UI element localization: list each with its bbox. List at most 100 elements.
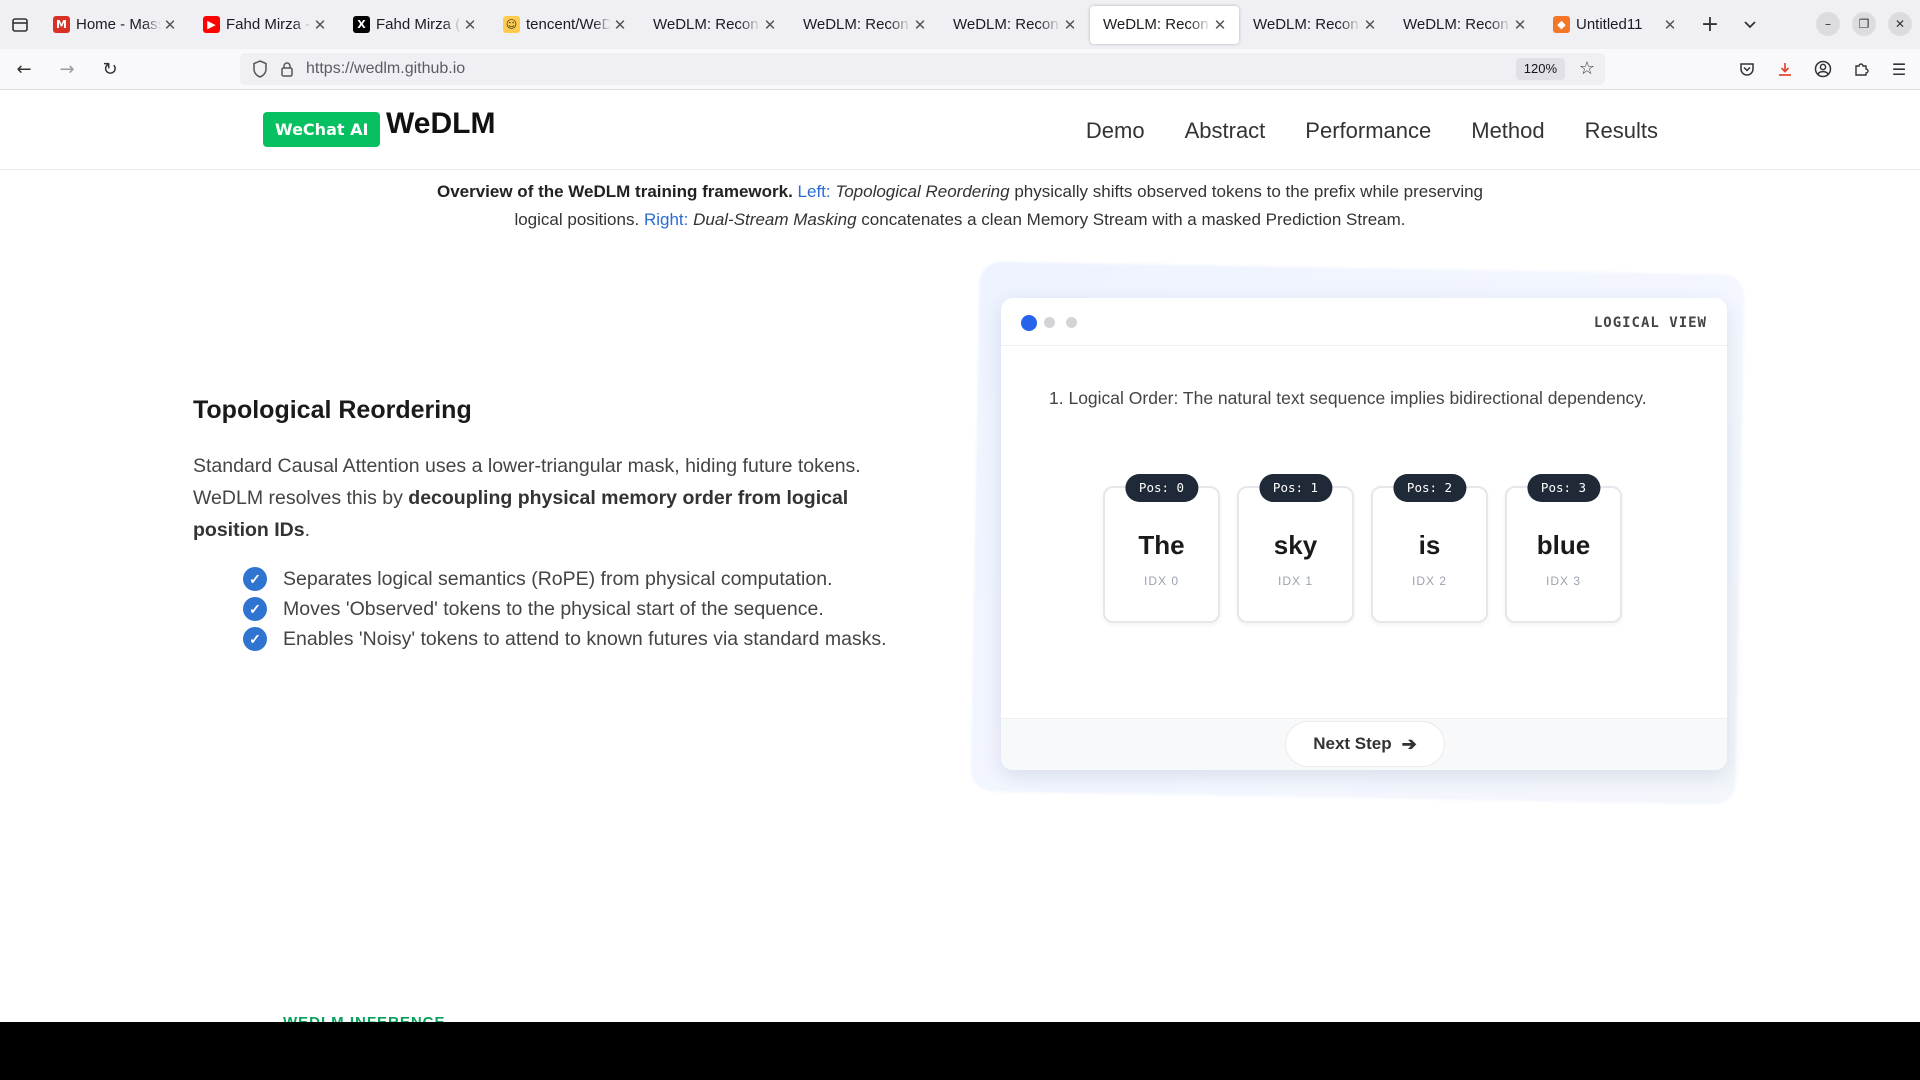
site-nav: Demo Abstract Performance Method Results xyxy=(1046,118,1658,144)
token-card: Pos: 2 is IDX 2 xyxy=(1371,474,1488,623)
tab-title: Fahd Mirza (@ xyxy=(376,16,461,33)
section-title: Topological Reordering xyxy=(193,396,472,424)
account-icon[interactable] xyxy=(1812,56,1834,82)
list-item: ✓ Enables 'Noisy' tokens to attend to kno… xyxy=(243,624,903,654)
wechat-ai-badge[interactable]: WeChat AI xyxy=(263,112,381,147)
chevron-down-icon xyxy=(1744,20,1756,28)
browser-tab[interactable]: WeDLM: Recon ✕ xyxy=(1240,6,1389,44)
url-text[interactable]: https://wedlm.github.io xyxy=(306,60,465,78)
reload-button[interactable]: ↻ xyxy=(91,53,129,85)
browser-tab[interactable]: ▶ Fahd Mirza - ✕ xyxy=(190,6,339,44)
caption-right-label: Right: xyxy=(643,210,689,229)
browser-tab[interactable]: ☺ tencent/WeD ✕ xyxy=(490,6,639,44)
list-item: ✓ Moves 'Observed' tokens to the physical… xyxy=(243,594,903,624)
browser-nav-bar: ← → ↻ https://wedlm.github.io 120% ☆ ☰ xyxy=(0,49,1920,90)
forward-button[interactable]: → xyxy=(48,53,86,85)
step-dot-2[interactable] xyxy=(1044,317,1055,328)
step-description: 1. Logical Order: The natural text seque… xyxy=(1049,388,1647,408)
address-bar[interactable]: https://wedlm.github.io 120% ☆ xyxy=(240,53,1605,85)
caption-bold: Overview of the WeDLM training framework… xyxy=(436,182,793,201)
check-circle-icon: ✓ xyxy=(243,567,267,591)
minimize-button[interactable]: – xyxy=(1816,12,1840,36)
card-footer: Next Step ➔ xyxy=(1001,718,1727,770)
nav-link-abstract[interactable]: Abstract xyxy=(1185,118,1266,144)
token-index: IDX 3 xyxy=(1545,574,1581,588)
close-tab-icon[interactable]: ✕ xyxy=(1361,16,1379,34)
nav-link-method[interactable]: Method xyxy=(1471,118,1544,144)
bookmark-star-icon[interactable]: ☆ xyxy=(1579,58,1595,80)
browser-tab[interactable]: WeDLM: Recon ✕ xyxy=(1090,5,1239,44)
position-badge: Pos: 3 xyxy=(1526,474,1601,502)
browser-tab[interactable]: WeDLM: Recon ✕ xyxy=(940,6,1089,44)
browser-tab[interactable]: X Fahd Mirza (@✕ xyxy=(340,6,489,44)
browser-tab[interactable]: WeDLM: Recon ✕ xyxy=(1390,6,1539,44)
token-word: The xyxy=(1138,530,1185,560)
pocket-icon[interactable] xyxy=(1736,56,1758,82)
position-badge: Pos: 1 xyxy=(1258,474,1333,502)
browser-tab[interactable]: M Home - Mass ✕ xyxy=(40,6,189,44)
restore-button[interactable]: ❐ xyxy=(1852,12,1876,36)
close-tab-icon[interactable]: ✕ xyxy=(761,16,779,34)
browser-tab[interactable]: ◆ Untitled11 ✕ xyxy=(1540,6,1689,44)
close-tab-icon[interactable]: ✕ xyxy=(911,16,929,34)
tab-title: Fahd Mirza - xyxy=(226,16,311,33)
list-item-text: Moves 'Observed' tokens to the physical … xyxy=(283,598,824,620)
new-tab-button[interactable]: + xyxy=(1690,6,1730,44)
site-logo-text[interactable]: WeDLM xyxy=(386,107,495,141)
step-dot-1[interactable] xyxy=(1021,315,1037,331)
close-window-button[interactable]: ✕ xyxy=(1888,12,1912,36)
browser-tab[interactable]: WeDLM: Recon ✕ xyxy=(790,6,939,44)
jupyter-icon: ◆ xyxy=(1553,16,1570,33)
plus-icon: + xyxy=(1700,12,1720,37)
lock-icon xyxy=(281,62,293,77)
close-tab-icon[interactable]: ✕ xyxy=(161,16,179,34)
arrow-left-icon: ← xyxy=(16,58,32,80)
nav-link-results[interactable]: Results xyxy=(1585,118,1658,144)
youtube-icon: ▶ xyxy=(203,16,220,33)
nav-link-performance[interactable]: Performance xyxy=(1305,118,1431,144)
feature-list: ✓ Separates logical semantics (RoPE) from… xyxy=(243,564,903,654)
window-controls: – ❐ ✕ xyxy=(1816,12,1912,36)
downloads-icon[interactable] xyxy=(1774,56,1796,82)
hamburger-menu-icon[interactable]: ☰ xyxy=(1888,56,1910,82)
list-item-text: Separates logical semantics (RoPE) from … xyxy=(283,568,833,590)
card-header: LOGICAL VIEW xyxy=(1001,298,1727,346)
browser-tab[interactable]: WeDLM: Recon ✕ xyxy=(640,6,789,44)
token-word: blue xyxy=(1536,530,1591,560)
browser-tab-bar: M Home - Mass ✕ ▶ Fahd Mirza - ✕ X Fahd Mirza (… xyxy=(0,0,1920,49)
toolbar-icons: ☰ xyxy=(1736,56,1910,82)
caption-right-text: concatenates a clean Memory Stream with … xyxy=(861,210,1406,229)
check-circle-icon: ✓ xyxy=(243,597,267,621)
close-tab-icon[interactable]: ✕ xyxy=(1211,16,1229,34)
extensions-icon[interactable] xyxy=(1850,56,1872,82)
close-tab-icon[interactable]: ✕ xyxy=(1061,16,1079,34)
next-section-heading: WEDLM INFERENCE xyxy=(283,1014,446,1022)
step-dot-3[interactable] xyxy=(1066,317,1077,328)
next-step-button[interactable]: Next Step ➔ xyxy=(1285,721,1445,767)
figure-caption: Overview of the WeDLM training framework… xyxy=(420,178,1500,234)
close-tab-icon[interactable]: ✕ xyxy=(611,16,629,34)
position-badge: Pos: 2 xyxy=(1392,474,1467,502)
close-tab-icon[interactable]: ✕ xyxy=(461,16,479,34)
screen-letterbox xyxy=(0,1022,1920,1080)
arrow-right-icon: → xyxy=(59,58,75,80)
close-tab-icon[interactable]: ✕ xyxy=(1661,16,1679,34)
view-label: LOGICAL VIEW xyxy=(1593,315,1707,331)
close-tab-icon[interactable]: ✕ xyxy=(311,16,329,34)
token-index: IDX 2 xyxy=(1411,574,1447,588)
nav-link-demo[interactable]: Demo xyxy=(1086,118,1145,144)
token-word: sky xyxy=(1273,530,1318,560)
token-word: is xyxy=(1418,530,1441,560)
token-index: IDX 0 xyxy=(1143,574,1179,588)
zoom-level-button[interactable]: 120% xyxy=(1515,58,1565,80)
arrow-right-icon: ➔ xyxy=(1401,733,1417,754)
caption-left-term: Topological Reordering xyxy=(835,182,1010,201)
tab-overview-button[interactable] xyxy=(0,0,40,49)
position-badge: Pos: 0 xyxy=(1124,474,1199,502)
tab-title: tencent/WeD xyxy=(526,16,611,33)
list-all-tabs-button[interactable] xyxy=(1730,6,1770,44)
close-tab-icon[interactable]: ✕ xyxy=(1511,16,1529,34)
tab-title: Untitled11 xyxy=(1576,16,1643,33)
caption-right-term: Dual-Stream Masking xyxy=(693,210,857,229)
back-button[interactable]: ← xyxy=(5,53,43,85)
